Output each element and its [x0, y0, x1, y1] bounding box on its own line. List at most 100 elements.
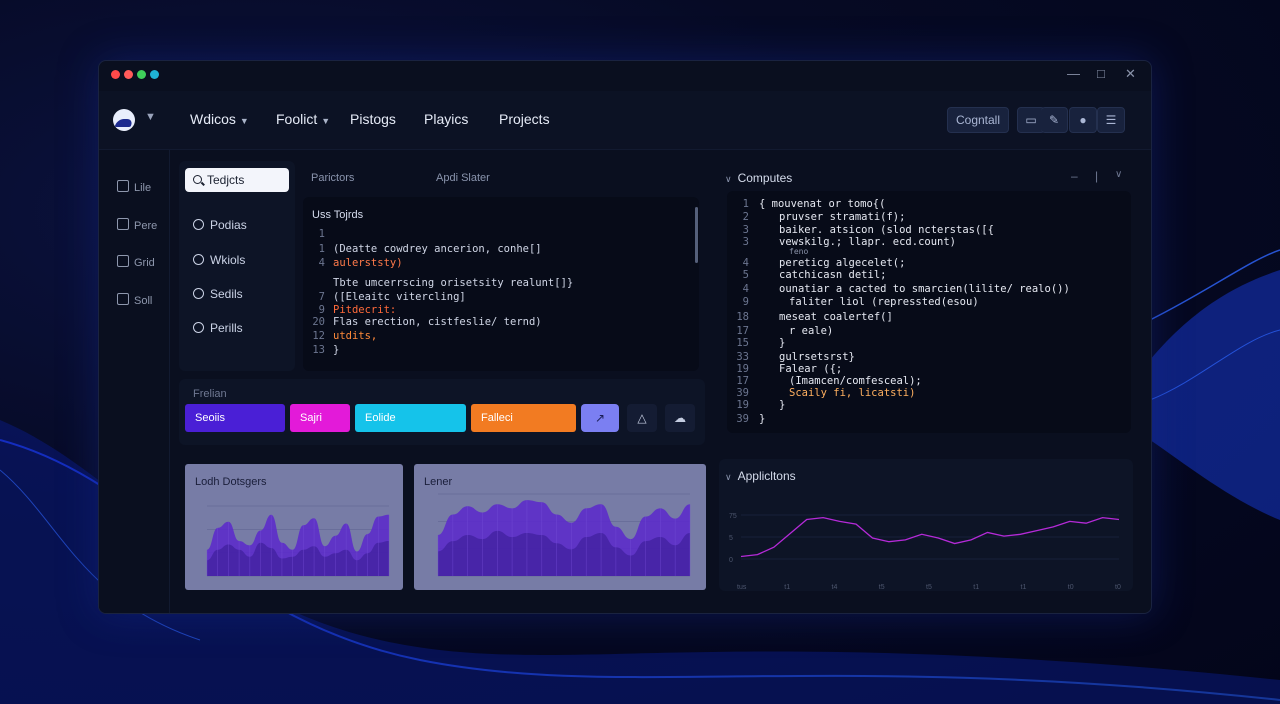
- lock-icon[interactable]: ●: [1069, 107, 1097, 133]
- code-line: 17 r eale): [736, 325, 834, 337]
- grid-icon: [117, 255, 129, 267]
- left-nav-item-sedils[interactable]: Sedils: [193, 287, 243, 301]
- code-line: 3 baiker. atsicon (slod ncterstas([{: [742, 224, 994, 236]
- nav-item-playics[interactable]: Playics: [424, 111, 468, 127]
- code-line: 4 ounatiar a cacted to smarcien(lilite/ r…: [742, 283, 1070, 295]
- tab-apdi-slater[interactable]: Apdi Slater: [436, 172, 490, 184]
- x-tick-label: t1: [1021, 584, 1027, 591]
- left-nav-item-podias[interactable]: Podias: [193, 218, 247, 232]
- line-chart: 75 5 0 tus t1 t4 t5 t5 t1 t1 t0 t0: [729, 513, 1121, 591]
- area-chart: [206, 505, 390, 577]
- editor-line: 13}: [312, 344, 340, 356]
- code-line: 9 faliter liol (repressted(esou): [742, 296, 979, 308]
- editor-line: 1 (Deatte cowdrey ancerion, conhe[]: [318, 243, 542, 255]
- x-tick-label: t4: [832, 584, 838, 591]
- code-line: 5 catchicasn detil;: [742, 269, 887, 281]
- title-bar: — □ ✕: [99, 61, 1151, 87]
- x-tick-label: t0: [1068, 584, 1074, 591]
- action-button-falleci[interactable]: Falleci: [471, 404, 576, 432]
- x-tick-label: tus: [737, 584, 747, 591]
- code-line: 19 Falear ({;: [736, 363, 843, 375]
- chevron-down-icon: ▼: [321, 116, 331, 126]
- y-tick-label: 75: [729, 513, 737, 520]
- sidebar-item-grid[interactable]: Grid: [117, 255, 155, 269]
- chevron-down-icon[interactable]: ▼: [145, 111, 156, 123]
- nav-item-pistogs[interactable]: Pistogs: [350, 111, 396, 127]
- chevron-down-icon[interactable]: ∨: [725, 472, 732, 482]
- editor-line: 9 Pitdecrit:: [318, 304, 397, 316]
- restore-icon[interactable]: □: [1097, 66, 1105, 81]
- top-navbar: ▼ Wdicos ▼ Foolict ▼ Pistogs Playics Proje…: [99, 91, 1151, 150]
- action-button-sajri[interactable]: Sajri: [290, 404, 350, 432]
- app-logo[interactable]: [113, 109, 135, 131]
- sidebar-item-pere[interactable]: Pere: [117, 218, 157, 232]
- cloud-icon[interactable]: ☁: [665, 404, 695, 432]
- actions-label: Frelian: [193, 388, 227, 400]
- editor-line: 4 aulerststy): [318, 257, 403, 269]
- editor-scrollbar[interactable]: [695, 207, 698, 263]
- nav-item-foolict[interactable]: Foolict ▼: [276, 111, 330, 127]
- close-icon[interactable]: ✕: [1125, 66, 1136, 82]
- y-tick-label: 5: [729, 535, 733, 542]
- share-icon[interactable]: ↗: [581, 404, 619, 432]
- code-line: 15}: [736, 337, 786, 349]
- bell-icon[interactable]: △: [627, 404, 657, 432]
- chevron-down-icon[interactable]: ∨: [1115, 169, 1122, 180]
- action-button-seoiis[interactable]: Seoiis: [185, 404, 285, 432]
- sidebar: Lile Pere Grid Soll: [99, 150, 170, 613]
- extra-dot[interactable]: [150, 70, 159, 79]
- y-tick-label: 0: [729, 557, 733, 564]
- action-button-eolide[interactable]: Eolide: [355, 404, 466, 432]
- divider-icon[interactable]: |: [1095, 169, 1098, 183]
- code-line: feno: [789, 247, 809, 256]
- code-line: 39 Scaily fi, licatsti): [736, 387, 916, 399]
- pencil-icon[interactable]: ✎: [1041, 107, 1068, 133]
- x-tick-label: t1: [973, 584, 979, 591]
- code-line: 2 pruvser stramati(f);: [742, 211, 906, 223]
- code-line: 1{ mouvenat or tomo{(: [742, 198, 886, 210]
- search-input[interactable]: Tedjcts: [185, 168, 289, 192]
- x-tick-label: t5: [926, 584, 932, 591]
- pods-icon: [193, 219, 204, 230]
- editor-line: 1: [318, 228, 325, 240]
- maximize-dot[interactable]: [137, 70, 146, 79]
- chevron-down-icon: ▼: [239, 116, 249, 126]
- nav-item-wdicos[interactable]: Wdicos ▼: [190, 111, 249, 127]
- file-icon: [117, 218, 129, 230]
- editor-line: Tbte umcerrscing orisetsity realunt[]}: [333, 277, 574, 289]
- chart-card-lener: Lener: [414, 464, 706, 590]
- code-line: 39}: [736, 413, 766, 425]
- close-dot[interactable]: [111, 70, 120, 79]
- chart-card-lodh-dotsgers: Lodh Dotsgers: [185, 464, 403, 590]
- chevron-down-icon[interactable]: ∨: [725, 174, 732, 184]
- minus-icon[interactable]: –: [1071, 169, 1078, 183]
- editor-line: 7 ([Eleaitc vitercling]: [318, 291, 466, 303]
- sidebar-item-lile[interactable]: Lile: [117, 180, 151, 194]
- folder-icon: [117, 180, 129, 192]
- code-line: 17 (Imamcen/comfesceal);: [736, 375, 922, 387]
- stack-icon: [193, 288, 204, 299]
- list-icon[interactable]: ☰: [1097, 107, 1125, 133]
- area-chart: [437, 493, 691, 577]
- search-icon: [193, 175, 202, 184]
- code-line: 18 meseat coalertef(]: [736, 311, 893, 323]
- code-line: 4 pereticg algecelet(;: [742, 257, 906, 269]
- primary-button[interactable]: Cogntall: [947, 107, 1009, 133]
- x-tick-label: t1: [784, 584, 790, 591]
- editor-line: 20 Flas erection, cistfeslie/ ternd): [312, 316, 542, 328]
- editor-title: Uss Tojrds: [312, 209, 364, 221]
- editor-line: 12 utdits,: [312, 330, 378, 342]
- box-icon: [193, 322, 204, 333]
- nav-item-projects[interactable]: Projects: [499, 111, 550, 127]
- minimize-dot[interactable]: [124, 70, 133, 79]
- tab-parictors[interactable]: Parictors: [311, 172, 354, 184]
- code-line: 19}: [736, 399, 786, 411]
- app-window: — □ ✕ ▼ Wdicos ▼ Foolict ▼ Pistogs Playics…: [98, 60, 1152, 614]
- x-tick-label: t0: [1115, 584, 1121, 591]
- left-nav-item-wkiols[interactable]: Wkiols: [193, 253, 245, 267]
- minimize-icon[interactable]: —: [1067, 66, 1080, 81]
- code-line: 33 gulrsetsrst}: [736, 351, 855, 363]
- left-nav-item-perills[interactable]: Perills: [193, 321, 243, 335]
- sidebar-item-soll[interactable]: Soll: [117, 293, 152, 307]
- computes-header: ∨ Computes: [725, 171, 793, 185]
